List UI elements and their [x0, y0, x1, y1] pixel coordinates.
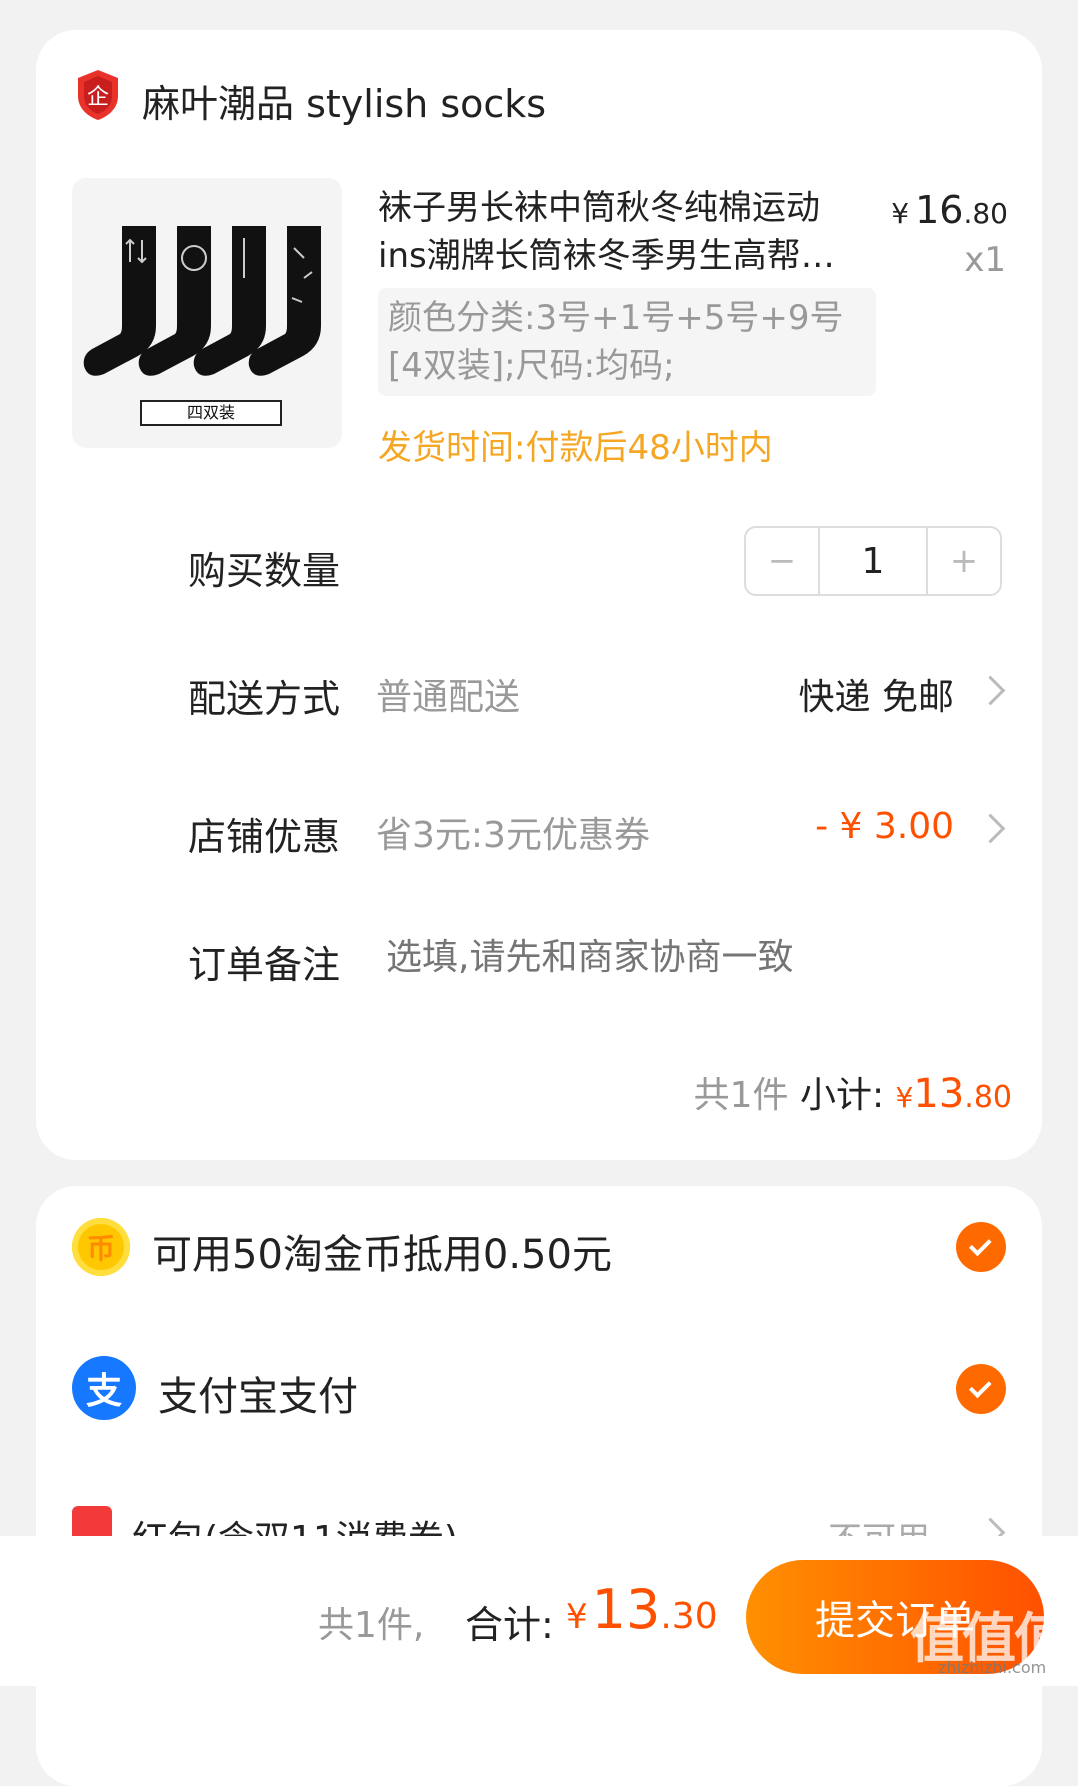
quantity-value[interactable]: 1: [818, 528, 928, 594]
subtotal-dec: .80: [964, 1080, 1012, 1115]
alipay-text[interactable]: 支付宝支付: [158, 1364, 358, 1422]
minus-button[interactable]: −: [746, 528, 818, 594]
alipay-icon: 支: [72, 1356, 136, 1420]
price-dec: .80: [963, 197, 1008, 230]
note-input[interactable]: [384, 926, 1008, 988]
discount-value: 省3元:3元优惠券: [376, 815, 650, 856]
subtotal-currency: ¥: [895, 1081, 914, 1114]
shop-name[interactable]: 麻叶潮品 stylish socks: [142, 73, 546, 128]
coins-checked-icon[interactable]: [956, 1222, 1006, 1272]
delivery-value: 普通配送: [376, 677, 521, 718]
price-int: 16: [915, 188, 964, 232]
subtotal: 共1件 小计: ¥13.80: [694, 1066, 1012, 1118]
subtotal-count: 共1件: [693, 1075, 789, 1116]
subtotal-amount: ¥13.80: [895, 1071, 1012, 1117]
taojinbi-coin-icon: 币: [72, 1218, 130, 1276]
subtotal-label: 小计:: [799, 1075, 885, 1116]
product-quantity: x1: [964, 240, 1006, 280]
alipay-checked-icon[interactable]: [956, 1364, 1006, 1414]
product-title[interactable]: 袜子男长袜中筒秋冬纯棉运动 ins潮牌长筒袜冬季男生高帮…: [378, 184, 858, 280]
delivery-label: 配送方式: [188, 677, 341, 721]
bottom-count: 共1件,: [318, 1605, 425, 1646]
delivery-right: 快递 免邮: [798, 677, 954, 718]
product-price: ¥16.80: [891, 188, 1008, 232]
coins-text: 可用50淘金币抵用0.50元: [152, 1232, 612, 1278]
plus-button[interactable]: +: [928, 528, 1000, 594]
quantity-stepper: − 1 +: [744, 526, 1002, 596]
price-currency: ¥: [891, 197, 910, 230]
shield-badge-text: 企: [87, 85, 109, 110]
bottom-total-int: 13: [591, 1578, 661, 1641]
sku-spec[interactable]: 颜色分类:3号+1号+5号+9号[4双装];尺码:均码;: [378, 288, 876, 396]
bottom-total: ¥13.30: [566, 1578, 718, 1641]
enterprise-shield-icon: 企: [78, 70, 118, 120]
subtotal-int: 13: [913, 1071, 965, 1117]
quantity-label: 购买数量: [188, 549, 341, 593]
discount-amount: - ¥ 3.00: [815, 806, 954, 847]
product-title-line2: ins潮牌长筒袜冬季男生高帮…: [378, 236, 835, 276]
discount-label: 店铺优惠: [188, 815, 341, 859]
bottom-currency: ¥: [566, 1597, 588, 1637]
product-image-label: 四双装: [140, 400, 282, 426]
watermark-url: zhizhizhi.com: [938, 1658, 1047, 1677]
product-title-line1: 袜子男长袜中筒秋冬纯棉运动: [378, 188, 820, 228]
ship-time: 发货时间:付款后48小时内: [378, 428, 773, 468]
bottom-total-label: 合计:: [465, 1603, 554, 1647]
note-label: 订单备注: [188, 943, 341, 987]
bottom-total-dec: .30: [660, 1596, 718, 1637]
